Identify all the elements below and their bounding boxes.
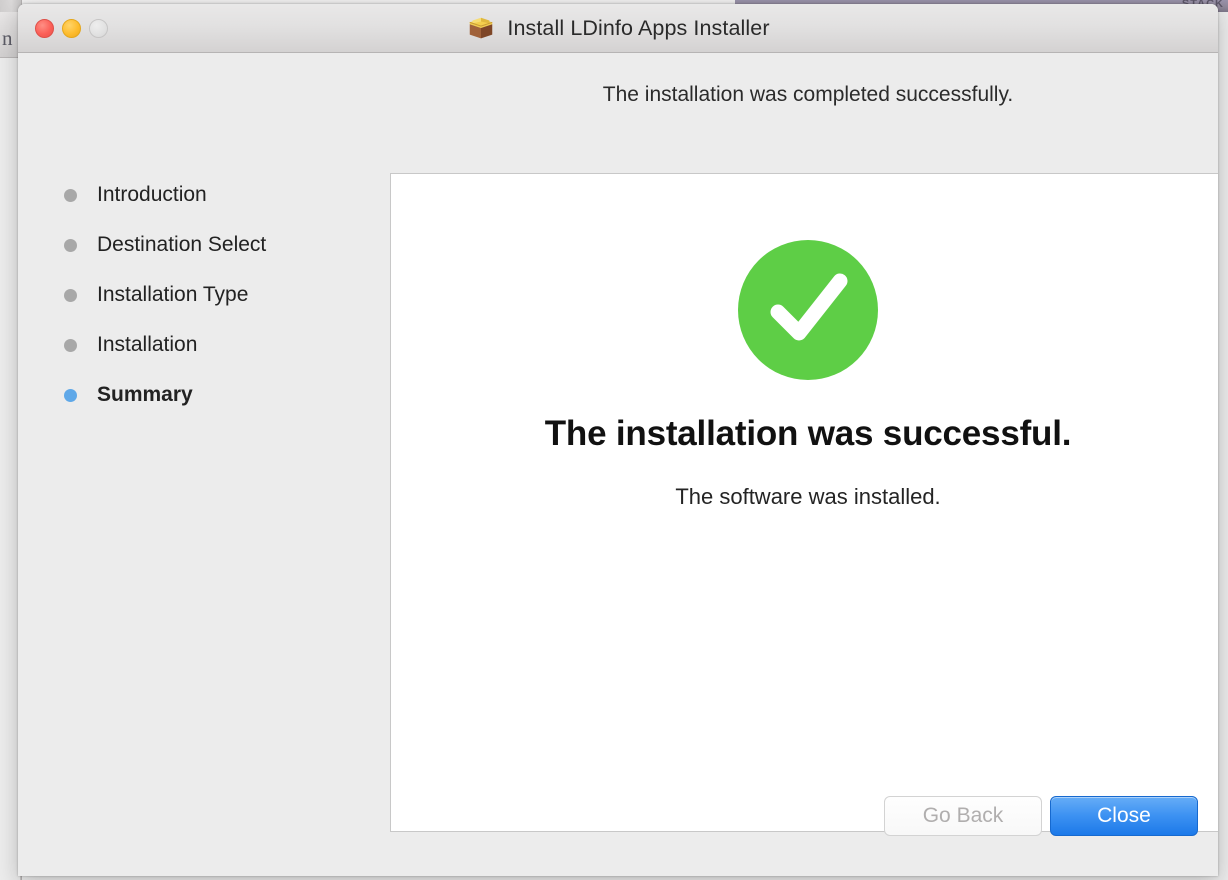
window-controls (35, 19, 108, 38)
go-back-button: Go Back (884, 796, 1042, 836)
step-label: Installation (97, 333, 198, 356)
step-dot-icon (64, 338, 77, 352)
window-title-group: Install LDinfo Apps Installer (18, 4, 1218, 52)
installer-content-panel: The installation was successful. The sof… (390, 173, 1218, 832)
close-button[interactable]: Close (1050, 796, 1198, 836)
step-list: Introduction Destination Select Installa… (64, 170, 266, 420)
background-window-left-glyph: n (2, 26, 13, 50)
success-title: The installation was successful. (544, 414, 1072, 453)
step-dot-icon-active (64, 388, 77, 402)
step-label: Summary (97, 383, 193, 406)
green-check-circle-icon (737, 239, 879, 381)
sidebar-step-summary: Summary (64, 370, 266, 420)
step-dot-icon (64, 288, 77, 302)
window-titlebar[interactable]: Install LDinfo Apps Installer (18, 4, 1218, 53)
window-body: The installation was completed successfu… (18, 53, 1218, 876)
installer-window: Install LDinfo Apps Installer The instal… (18, 4, 1218, 876)
installer-sidebar: Introduction Destination Select Installa… (18, 53, 390, 876)
installer-status-header: The installation was completed successfu… (602, 83, 1014, 106)
step-dot-icon (64, 238, 77, 252)
background-window-left-body (0, 58, 20, 880)
installer-footer: Go Back Close (18, 784, 1218, 876)
sidebar-step-destination-select: Destination Select (64, 220, 266, 270)
screen: STACK n (0, 0, 1228, 880)
sidebar-step-installation-type: Installation Type (64, 270, 266, 320)
zoom-window-button (89, 19, 108, 38)
window-title: Install LDinfo Apps Installer (507, 15, 770, 40)
close-window-button[interactable] (35, 19, 54, 38)
step-label: Destination Select (97, 233, 267, 256)
success-subtitle: The software was installed. (675, 484, 941, 509)
sidebar-step-installation: Installation (64, 320, 266, 370)
package-box-icon (466, 13, 496, 43)
step-dot-icon (64, 188, 77, 202)
sidebar-step-introduction: Introduction (64, 170, 266, 220)
minimize-window-button[interactable] (62, 19, 81, 38)
step-label: Installation Type (97, 283, 249, 306)
step-label: Introduction (97, 183, 207, 206)
